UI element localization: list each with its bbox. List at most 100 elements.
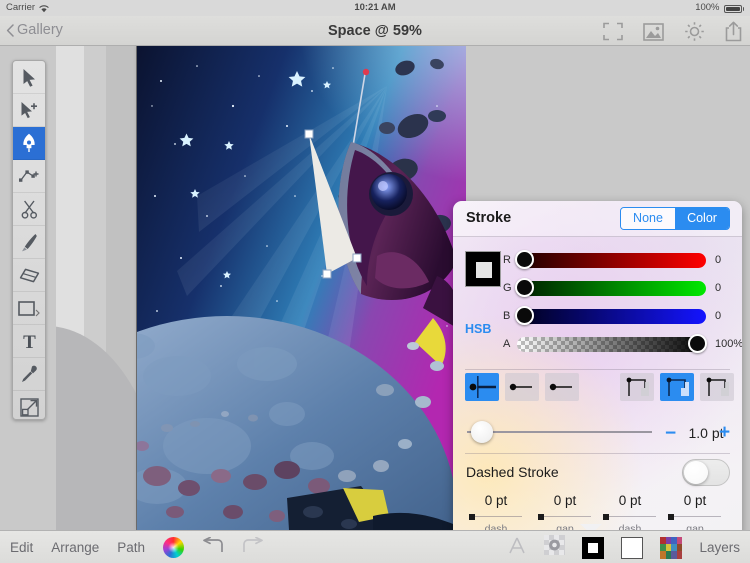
channel-value-a: 100% xyxy=(715,338,742,350)
arrange-menu[interactable]: Arrange xyxy=(51,540,99,555)
color-wheel-icon[interactable] xyxy=(163,537,185,558)
stroke-width-decrease-button[interactable]: − xyxy=(665,423,676,445)
tool-pen-icon[interactable] xyxy=(13,127,45,160)
join-bevel-icon[interactable] xyxy=(700,373,734,401)
effects-icon[interactable] xyxy=(544,535,566,560)
dash-name-3: dash xyxy=(618,523,642,530)
dash-name-4: gap xyxy=(686,523,704,530)
artboard-margin xyxy=(56,46,136,530)
tool-eraser-icon[interactable] xyxy=(13,259,45,292)
tool-text-icon[interactable]: T xyxy=(13,325,45,358)
slider-thumb-b[interactable] xyxy=(515,306,534,325)
channel-row-b: B 0 xyxy=(503,306,721,326)
tool-scale-icon[interactable] xyxy=(13,391,45,419)
dash-value-2: 0 pt xyxy=(553,493,577,508)
bottom-toolbar: Edit Arrange Path Layers xyxy=(0,530,750,563)
channel-value-r: 0 xyxy=(715,254,722,266)
dashed-stroke-label: Dashed Stroke xyxy=(466,464,559,480)
stroke-width-slider[interactable] xyxy=(467,431,652,433)
redo-icon xyxy=(242,536,264,559)
channel-row-r: R 0 xyxy=(503,250,721,270)
layers-button[interactable]: Layers xyxy=(699,540,740,555)
tool-scissors-icon[interactable] xyxy=(13,193,45,226)
text-style-icon[interactable] xyxy=(507,536,527,560)
status-time: 10:21 AM xyxy=(354,2,396,13)
dash-value-4: 0 pt xyxy=(683,493,707,508)
dash-slider-thumb-3[interactable] xyxy=(603,513,609,520)
slider-thumb-r[interactable] xyxy=(515,250,534,269)
stroke-color-swatch[interactable] xyxy=(465,251,501,287)
dash-slider-thumb-2[interactable] xyxy=(538,513,544,520)
image-icon[interactable] xyxy=(643,22,664,41)
fill-swatch[interactable] xyxy=(582,536,605,559)
cap-square-icon[interactable] xyxy=(545,373,579,401)
stroke-width-increase-button[interactable]: + xyxy=(719,422,730,444)
channel-value-b: 0 xyxy=(715,310,722,322)
undo-icon[interactable] xyxy=(202,536,224,559)
bottom-toolbar-left: Edit Arrange Path xyxy=(10,531,264,563)
slider-r[interactable] xyxy=(515,250,706,269)
tool-brush-icon[interactable] xyxy=(13,226,45,259)
cap-butt-icon[interactable] xyxy=(465,373,499,401)
selection-handle xyxy=(352,253,362,263)
join-miter-icon[interactable] xyxy=(620,373,654,401)
path-menu[interactable]: Path xyxy=(117,540,145,555)
tool-node-icon[interactable] xyxy=(13,160,45,193)
channel-row-a: A 100% xyxy=(503,334,742,354)
share-icon[interactable] xyxy=(725,21,742,42)
channel-value-g: 0 xyxy=(715,282,722,294)
dash-name-1: dash xyxy=(484,523,508,530)
dashed-stroke-toggle[interactable] xyxy=(682,459,730,486)
stroke-swatch[interactable] xyxy=(621,536,644,559)
slider-g[interactable] xyxy=(515,278,706,297)
cap-round-icon[interactable] xyxy=(505,373,539,401)
status-bar: Carrier 10:21 AM 100% xyxy=(0,0,750,16)
dash-slider-2[interactable] xyxy=(538,513,591,520)
channel-row-g: G 0 xyxy=(503,278,721,298)
slider-a[interactable] xyxy=(517,334,707,353)
slider-thumb-a[interactable] xyxy=(688,334,707,353)
dash-slider-3[interactable] xyxy=(603,513,656,520)
stroke-panel: Stroke None Color HSB R 0 G 0 B 0 A 100%… xyxy=(453,201,742,530)
hsb-toggle-button[interactable]: HSB xyxy=(465,322,491,336)
dash-field-4: 0 pt gap xyxy=(660,493,730,530)
slider-thumb-g[interactable] xyxy=(515,278,534,297)
tool-eyedropper-icon[interactable] xyxy=(13,358,45,391)
divider-2 xyxy=(465,453,730,454)
divider-1 xyxy=(465,369,730,370)
fullscreen-icon[interactable] xyxy=(603,22,623,41)
dash-slider-thumb-1[interactable] xyxy=(469,513,475,520)
svg-text:T: T xyxy=(23,332,36,350)
dash-slider-1[interactable] xyxy=(469,513,522,520)
artwork-svg xyxy=(137,46,466,530)
selection-handle xyxy=(304,129,314,139)
join-round-icon[interactable] xyxy=(660,373,694,401)
tool-select-icon[interactable] xyxy=(13,61,45,94)
cap-join-row xyxy=(453,373,742,413)
artwork-canvas[interactable] xyxy=(136,46,466,530)
slider-b[interactable] xyxy=(515,306,706,325)
gear-icon[interactable] xyxy=(684,21,705,42)
dash-field-1: 0 pt dash xyxy=(461,493,531,530)
palette-icon[interactable] xyxy=(660,536,683,559)
selection-handle xyxy=(322,269,332,279)
dash-value-3: 0 pt xyxy=(618,493,642,508)
editor-stage: T Stroke None Color HSB R 0 G 0 B 0 A 10… xyxy=(0,46,750,530)
stroke-panel-title: Stroke xyxy=(466,210,512,226)
status-right: 100% xyxy=(695,2,744,13)
dash-slider-4[interactable] xyxy=(668,513,721,520)
tool-shape-icon[interactable] xyxy=(13,292,45,325)
dash-value-1: 0 pt xyxy=(484,493,508,508)
dash-slider-thumb-4[interactable] xyxy=(668,513,674,520)
stroke-color-section: HSB R 0 G 0 B 0 A 100% xyxy=(453,237,742,367)
edit-menu[interactable]: Edit xyxy=(10,540,33,555)
stroke-width-thumb[interactable] xyxy=(471,421,493,443)
battery-icon xyxy=(723,4,742,13)
app-root: Carrier 10:21 AM 100% Gallery Space @ 59… xyxy=(0,0,750,563)
stroke-mode-none[interactable]: None xyxy=(621,208,675,229)
nav-bar: Gallery Space @ 59% xyxy=(0,16,750,46)
stroke-mode-color[interactable]: Color xyxy=(675,208,729,229)
battery-percent: 100% xyxy=(695,2,720,13)
dash-field-3: 0 pt dash xyxy=(595,493,665,530)
tool-direct-select-icon[interactable] xyxy=(13,94,45,127)
